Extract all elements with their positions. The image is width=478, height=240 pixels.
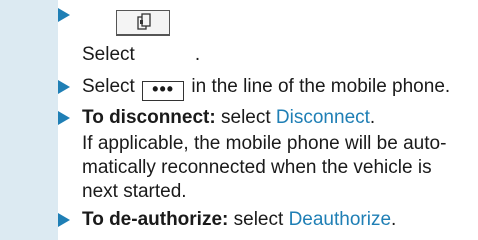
deauthorize-link[interactable]: Deauthorize [289,209,391,230]
bullet-icon [58,213,70,227]
bullet-icon [58,8,70,22]
step-1: Select. [82,44,201,65]
disconnect-link[interactable]: Disconnect [276,107,370,128]
select-text: Select [82,44,135,65]
select-text: select [221,107,271,128]
select-text: select [233,209,284,230]
more-options-button[interactable]: ••• [142,80,185,101]
note-line-1: If applicable, the mobile phone will be … [82,133,447,154]
step-4: To de-authorize: select Deauthorize. [82,209,397,230]
bullet-icon [58,80,70,94]
step-2-rest: in the line of the mobile phone. [191,76,451,97]
note-line-2: matically reconnected when the vehicle i… [82,157,432,178]
deauthorize-lead: To de-authorize: [82,209,229,230]
bullet-icon [58,111,70,125]
sidebar-strip [0,0,58,240]
step-2: Select ••• in the line of the mobile pho… [82,75,450,101]
disconnect-lead: To disconnect: [82,107,216,128]
select-text: Select [82,76,135,97]
note-line-3: next started. [82,181,187,202]
phone-switch-icon [116,10,170,36]
step-3: To disconnect: select Disconnect. [82,107,376,128]
